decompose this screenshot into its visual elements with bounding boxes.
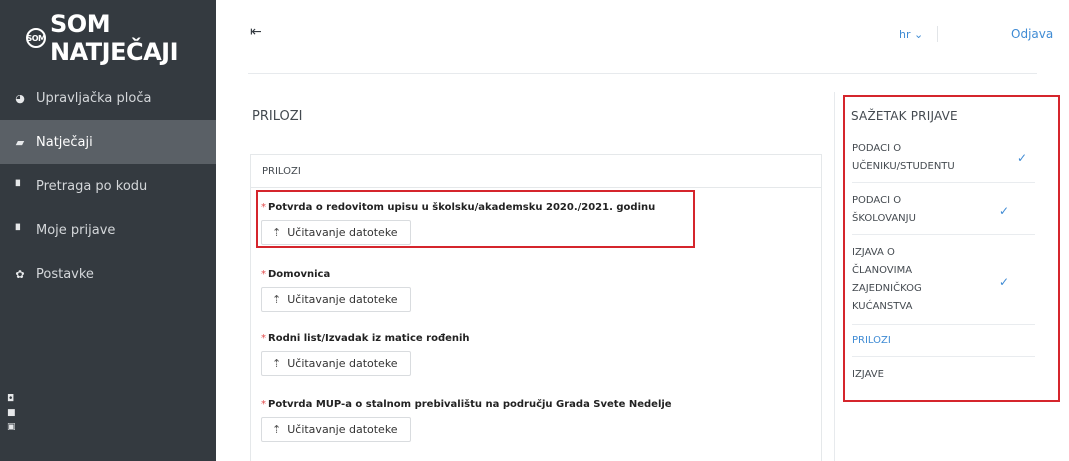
sidebar: SOM SOM NATJEČAJI ◕ Upravljačka ploča ▰ …: [0, 0, 216, 461]
attachment-item: * Rodni list/Izvadak iz matice rođenih ⇡ …: [261, 331, 470, 376]
summary-step-statements[interactable]: IZJAVE: [852, 366, 1035, 384]
upload-file-button[interactable]: ⇡ Učitavanje datoteke: [261, 351, 411, 376]
upload-button-label: Učitavanje datoteke: [287, 293, 398, 306]
required-marker: *: [261, 333, 266, 344]
sidebar-item-natjecaji[interactable]: ▰ Natječaji: [0, 120, 216, 164]
upload-icon: ⇡: [272, 423, 282, 436]
logo-text: SOM NATJEČAJI: [50, 10, 179, 66]
page-title: PRILOZI: [252, 109, 303, 124]
required-marker: *: [261, 399, 266, 410]
summary-title: SAŽETAK PRIJAVE: [851, 109, 958, 123]
check-icon: ✓: [999, 275, 1010, 289]
sidebar-item-pretraga-po-kodu[interactable]: ▘ Pretraga po kodu: [0, 164, 216, 208]
video-icon[interactable]: ■: [7, 406, 17, 420]
step-divider: [852, 356, 1035, 357]
folder-open-icon: ▰: [15, 135, 25, 149]
app-logo[interactable]: SOM SOM NATJEČAJI: [0, 0, 216, 76]
vertical-divider: [834, 92, 835, 461]
upload-icon: ⇡: [272, 293, 282, 306]
sidebar-item-label: Moje prijave: [36, 222, 116, 238]
sidebar-item-label: Upravljačka ploča: [36, 90, 152, 106]
topbar-divider: [937, 26, 938, 42]
attachment-item: * Potvrda MUP-a o stalnom prebivalištu na…: [261, 397, 681, 442]
sidebar-item-upravljacka-ploca[interactable]: ◕ Upravljačka ploča: [0, 76, 216, 120]
step-divider: [852, 182, 1035, 183]
sidebar-item-label: Pretraga po kodu: [36, 178, 148, 194]
camera-icon[interactable]: ◘: [7, 392, 17, 406]
attachment-item: * Domovnica ⇡ Učitavanje datoteke: [261, 267, 411, 312]
attachment-label: * Potvrda MUP-a o stalnom prebivalištu na…: [261, 399, 672, 410]
logout-link[interactable]: Odjava: [1011, 27, 1053, 41]
attachment-label: * Rodni list/Izvadak iz matice rođenih: [261, 333, 470, 344]
highlight-box: [256, 190, 695, 248]
summary-step-student-data[interactable]: PODACI O UČENIKU/STUDENTU: [852, 140, 1035, 176]
image-icon[interactable]: ▣: [7, 420, 17, 434]
attachment-label: * Domovnica: [261, 269, 331, 280]
summary-step-attachments[interactable]: PRILOZI: [852, 332, 1035, 350]
language-select[interactable]: hr ⌄: [899, 28, 923, 41]
upload-button-label: Učitavanje datoteke: [287, 423, 398, 436]
required-marker: *: [261, 269, 266, 280]
logo-mark-icon: SOM: [26, 28, 46, 48]
sidebar-item-label: Natječaji: [36, 134, 93, 150]
app-root: SOM SOM NATJEČAJI ◕ Upravljačka ploča ▰ …: [0, 0, 1069, 461]
step-divider: [852, 324, 1035, 325]
upload-file-button[interactable]: ⇡ Učitavanje datoteke: [261, 417, 411, 442]
sidebar-item-moje-prijave[interactable]: ▘ Moje prijave: [0, 208, 216, 252]
screen-capture-tools: ◘ ■ ▣: [7, 392, 17, 434]
gear-icon: ✿: [15, 267, 25, 281]
check-icon: ✓: [999, 204, 1010, 218]
sidebar-item-postavke[interactable]: ✿ Postavke: [0, 252, 216, 296]
file-icon: ▘: [15, 179, 25, 193]
application-summary: SAŽETAK PRIJAVE PODACI O UČENIKU/STUDENT…: [843, 95, 1060, 402]
check-icon: ✓: [1017, 151, 1028, 165]
sidebar-item-label: Postavke: [36, 266, 94, 282]
upload-icon: ⇡: [272, 357, 282, 370]
card-title: PRILOZI: [251, 155, 821, 188]
pie-chart-icon: ◕: [15, 91, 25, 105]
upload-button-label: Učitavanje datoteke: [287, 357, 398, 370]
upload-file-button[interactable]: ⇡ Učitavanje datoteke: [261, 287, 411, 312]
file-icon: ▘: [15, 223, 25, 237]
step-divider: [852, 234, 1035, 235]
sidebar-nav: ◕ Upravljačka ploča ▰ Natječaji ▘ Pretra…: [0, 76, 216, 296]
